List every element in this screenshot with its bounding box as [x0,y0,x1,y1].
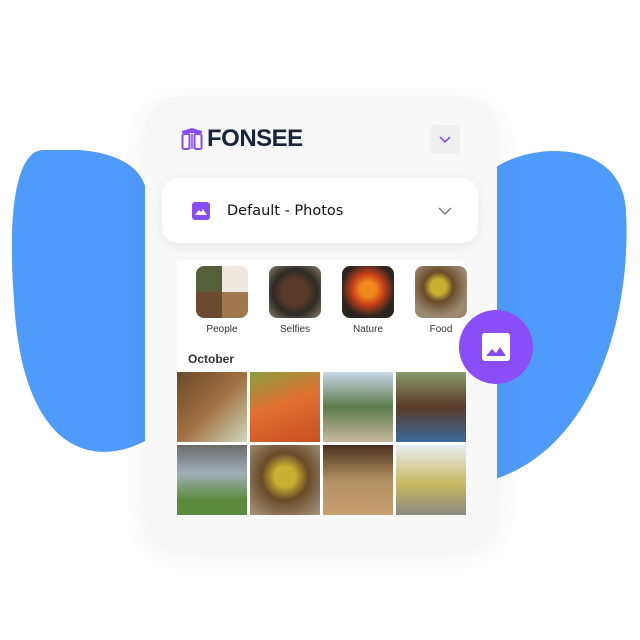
photo-thumbnail[interactable] [250,372,320,442]
section-heading: October [188,352,235,366]
photo-thumbnail[interactable] [323,372,393,442]
logo-icon [181,128,203,150]
category-label: Nature [352,324,383,335]
category-thumbnail [269,266,321,318]
category-label: People [206,324,238,335]
photo-thumbnail[interactable] [177,372,247,442]
category-list: People Selfies Nature Food [196,266,467,335]
photo-thumbnail[interactable] [396,445,466,515]
photo-grid [177,372,466,515]
category-people[interactable]: People [196,266,248,335]
category-thumbnail [196,266,248,318]
category-label: Food [429,324,453,335]
chevron-down-icon [438,207,452,215]
image-icon [192,201,210,220]
brand-name: FONSEE [207,125,303,152]
image-icon [482,333,510,361]
menu-toggle-button[interactable] [430,125,460,154]
photo-thumbnail[interactable] [323,445,393,515]
album-dropdown[interactable]: Default - Photos [162,178,478,243]
app-card: FONSEE Default - Photos People Selfies N… [145,97,497,545]
category-food[interactable]: Food [415,266,467,335]
category-label: Selfies [279,324,310,335]
album-dropdown-value: Default - Photos [227,202,344,219]
category-selfies[interactable]: Selfies [269,266,321,335]
category-thumbnail [415,266,467,318]
category-thumbnail [342,266,394,318]
logo: FONSEE [180,125,303,153]
category-nature[interactable]: Nature [342,266,394,335]
photo-thumbnail[interactable] [396,372,466,442]
chevron-down-icon [439,135,451,143]
photo-panel: People Selfies Nature Food October [177,260,467,515]
gallery-fab-button[interactable] [459,310,533,384]
photo-thumbnail[interactable] [250,445,320,515]
photo-thumbnail[interactable] [177,445,247,515]
